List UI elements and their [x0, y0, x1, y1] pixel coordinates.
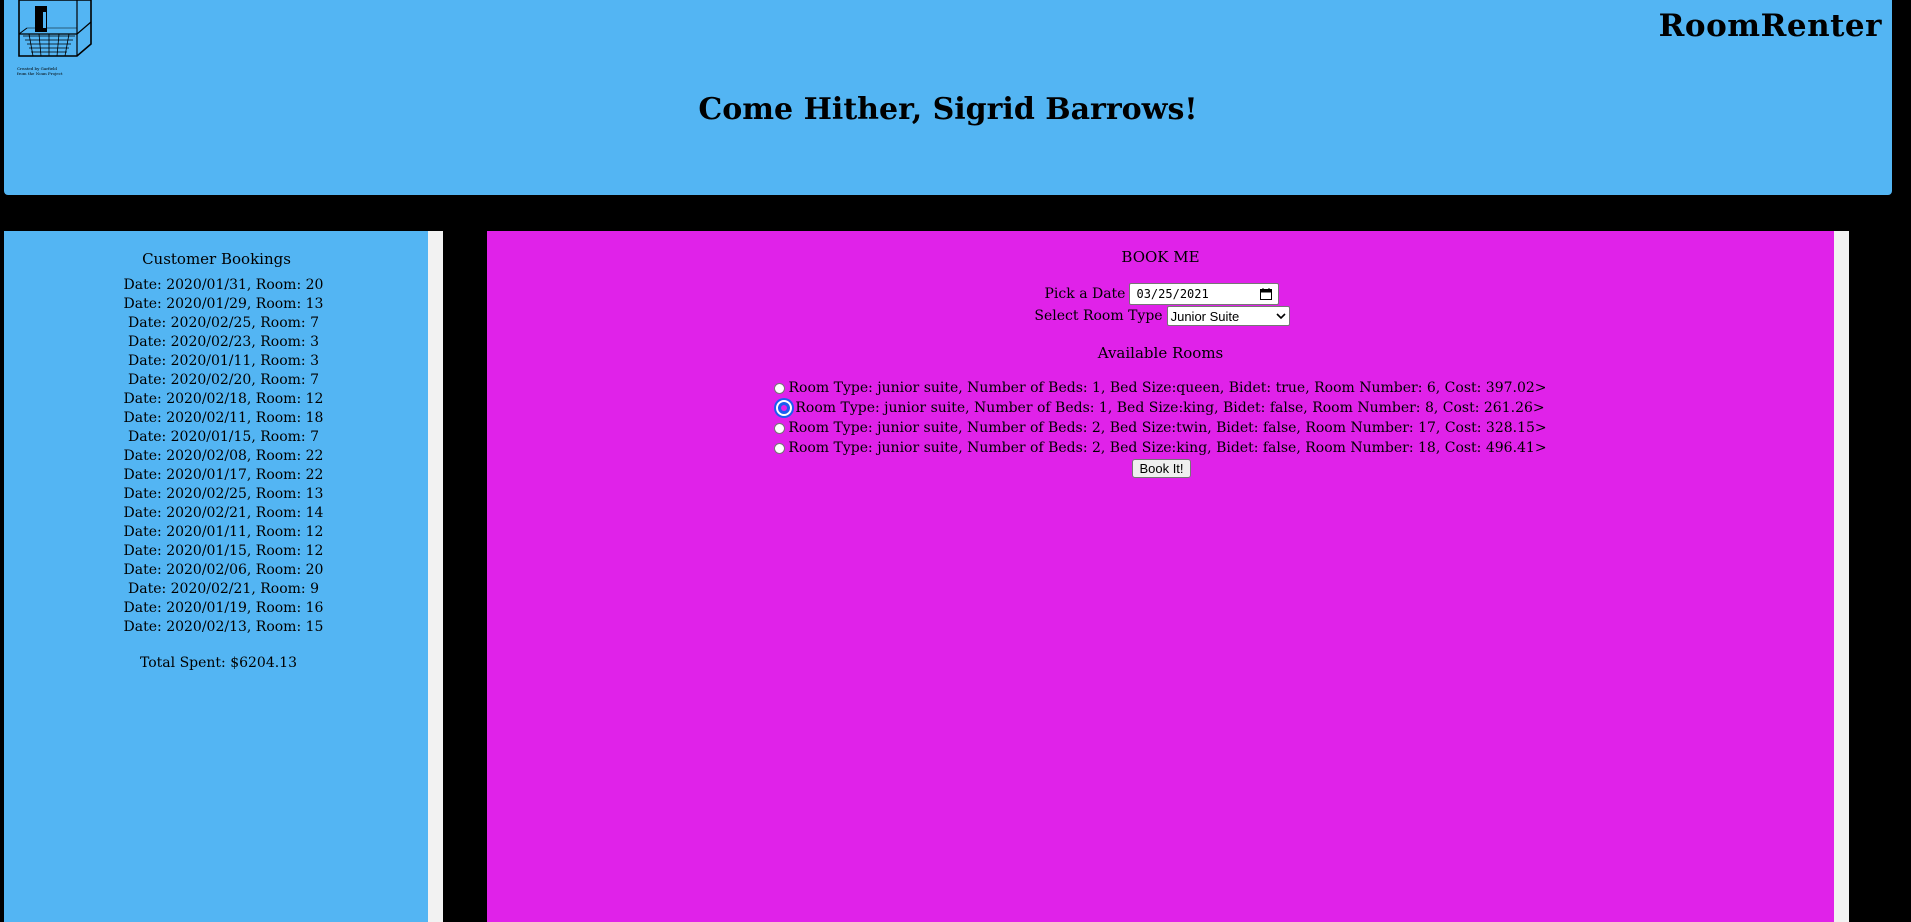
room-option-label: Room Type: junior suite, Number of Beds:… [788, 440, 1547, 456]
sidebar-scrollbar[interactable] [428, 231, 443, 922]
header: Created by Garfield from the Noun Projec… [4, 0, 1892, 195]
date-input[interactable]: 03/25/2021 [1129, 283, 1280, 305]
bookings-title: Customer Bookings [142, 250, 291, 268]
available-rooms-list: Room Type: junior suite, Number of Beds:… [487, 378, 1834, 458]
brand-title: RoomRenter [1658, 8, 1882, 44]
booking-item: Date: 2020/02/08, Room: 22 [123, 448, 324, 464]
room-radio[interactable] [774, 422, 786, 434]
customer-bookings-panel: Customer Bookings Date: 2020/01/31, Room… [4, 231, 428, 922]
room-type-value: Junior Suite [1170, 308, 1240, 324]
room-option-label: Room Type: junior suite, Number of Beds:… [788, 420, 1547, 436]
bookings-list: Date: 2020/01/31, Room: 20 Date: 2020/01… [4, 276, 429, 637]
main-scrollbar[interactable] [1834, 231, 1849, 922]
booking-item: Date: 2020/02/25, Room: 13 [123, 486, 324, 502]
room-type-row: Select Room Type Junior Suite [487, 306, 1834, 326]
booking-item: Date: 2020/02/23, Room: 3 [128, 334, 319, 350]
booking-item: Date: 2020/01/15, Room: 7 [128, 429, 319, 445]
date-value: 03/25/2021 [1136, 287, 1209, 301]
room-option[interactable]: Room Type: junior suite, Number of Beds:… [487, 438, 1834, 458]
booking-item: Date: 2020/02/20, Room: 7 [128, 372, 319, 388]
room-type-label: Select Room Type [1034, 308, 1163, 324]
room-radio[interactable] [774, 442, 786, 454]
calendar-icon[interactable] [1260, 288, 1273, 300]
booking-item: Date: 2020/02/21, Room: 9 [128, 581, 319, 597]
room-type-select[interactable]: Junior Suite [1166, 306, 1290, 326]
date-label: Pick a Date [1044, 286, 1126, 302]
total-spent: Total Spent: $6204.13 [139, 655, 298, 671]
room-radio[interactable] [774, 382, 786, 394]
chevron-down-icon [1276, 313, 1286, 320]
available-rooms-title: Available Rooms [1097, 344, 1224, 362]
booking-item: Date: 2020/02/06, Room: 20 [123, 562, 324, 578]
room-option-label: Room Type: junior suite, Number of Beds:… [795, 400, 1545, 416]
room-logo-icon [18, 0, 92, 57]
booking-panel: BOOK ME Pick a Date 03/25/2021 Select Ro… [487, 231, 1834, 922]
booking-item: Date: 2020/02/18, Room: 12 [123, 391, 324, 407]
greeting-heading: Come Hither, Sigrid Barrows! [698, 92, 1198, 127]
booking-item: Date: 2020/01/29, Room: 13 [123, 296, 324, 312]
booking-item: Date: 2020/02/21, Room: 14 [123, 505, 324, 521]
booking-item: Date: 2020/01/15, Room: 12 [123, 543, 324, 559]
logo-credit-source: from the Noun Project [17, 71, 63, 76]
date-row: Pick a Date 03/25/2021 [487, 283, 1834, 305]
booking-item: Date: 2020/01/11, Room: 12 [123, 524, 324, 540]
room-option[interactable]: Room Type: junior suite, Number of Beds:… [487, 418, 1834, 438]
booking-item: Date: 2020/01/19, Room: 16 [123, 600, 324, 616]
booking-item: Date: 2020/01/17, Room: 22 [123, 467, 324, 483]
room-option[interactable]: Room Type: junior suite, Number of Beds:… [487, 398, 1834, 418]
booking-item: Date: 2020/02/11, Room: 18 [123, 410, 324, 426]
booking-item: Date: 2020/01/11, Room: 3 [128, 353, 319, 369]
booking-item: Date: 2020/02/25, Room: 7 [128, 315, 319, 331]
booking-title: BOOK ME [1121, 248, 1200, 266]
room-option[interactable]: Room Type: junior suite, Number of Beds:… [487, 378, 1834, 398]
booking-item: Date: 2020/01/31, Room: 20 [123, 277, 324, 293]
booking-item: Date: 2020/02/13, Room: 15 [123, 619, 324, 635]
room-option-label: Room Type: junior suite, Number of Beds:… [788, 380, 1547, 396]
room-radio-selected[interactable] [776, 400, 793, 416]
book-it-button[interactable]: Book It! [1132, 459, 1191, 478]
